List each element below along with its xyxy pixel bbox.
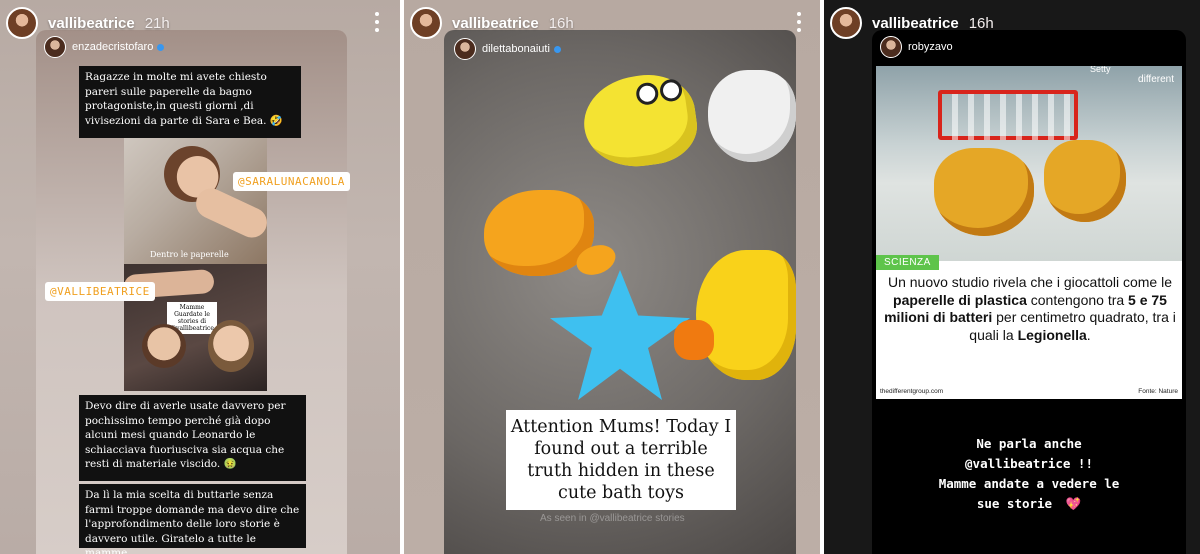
verified-badge-icon xyxy=(553,45,561,53)
mention-tag-vallibeatrice[interactable]: @VALLIBEATRICE xyxy=(45,282,155,301)
reposted-story-card[interactable]: robyzavo Setty different SCIENZA Un nuov… xyxy=(872,30,1186,554)
story-panel-3[interactable]: vallibeatrice 16h robyzavo Setty differe… xyxy=(824,0,1200,554)
story-panel-1[interactable]: vallibeatrice 21h enzadecristofaro Ragaz… xyxy=(0,0,400,554)
story-username[interactable]: vallibeatrice xyxy=(452,15,539,32)
overlay-line-1: Ne parla anche xyxy=(973,435,1085,452)
category-badge: SCIENZA xyxy=(876,255,939,270)
white-bunny-toy-image xyxy=(708,70,796,162)
story-header: vallibeatrice 21h xyxy=(6,6,170,40)
verified-badge-icon xyxy=(157,43,165,51)
overlay-line-2[interactable]: @vallibeatrice !! xyxy=(962,455,1096,472)
arm-image xyxy=(191,183,267,243)
child-image xyxy=(142,324,186,368)
story-text-top: Ragazze in molte mi avete chiesto pareri… xyxy=(79,66,301,138)
story-text-middle: Devo dire di averle usate davvero per po… xyxy=(79,395,306,481)
avatar[interactable] xyxy=(830,7,862,39)
story-time: 16h xyxy=(968,14,994,32)
source-site: thedifferentgroup.com xyxy=(880,388,944,395)
heart-icon: 💖 xyxy=(1062,495,1085,512)
mother-image xyxy=(208,320,254,372)
brand-logo: different xyxy=(1138,74,1174,85)
story-panel-2[interactable]: vallibeatrice 16h dilettabonaiuti Attent… xyxy=(404,0,820,554)
cut-duck-image xyxy=(934,148,1034,236)
story-text-bottom: Da lì la mia scelta di buttarle senza fa… xyxy=(79,484,306,554)
repost-username[interactable]: enzadecristofaro xyxy=(72,41,153,53)
story-username[interactable]: vallibeatrice xyxy=(48,15,135,32)
more-options-icon[interactable] xyxy=(796,12,802,32)
yellow-duck-toy-image xyxy=(674,250,796,380)
story-username[interactable]: vallibeatrice xyxy=(872,15,959,32)
more-options-icon[interactable] xyxy=(374,12,380,32)
card-footer: thedifferentgroup.com Fonte: Nature xyxy=(880,388,1178,395)
lab-photo: Setty different xyxy=(876,66,1182,261)
faint-mention-text: As seen in @vallibeatrice stories xyxy=(540,513,685,524)
story-overlay-text: Ne parla anche @vallibeatrice !! Mamme a… xyxy=(872,434,1186,514)
overlay-line-4: sue storie 💖 xyxy=(970,495,1088,512)
reposted-story-card[interactable]: dilettabonaiuti Attention Mums! Today I … xyxy=(444,30,796,554)
mention-tag-saralunacanola[interactable]: @SARALUNACANOLA xyxy=(233,172,350,191)
news-card: Setty different SCIENZA Un nuovo studio … xyxy=(876,66,1182,399)
story-header: vallibeatrice 16h xyxy=(830,6,994,40)
story-time: 16h xyxy=(548,14,574,32)
story-time: 21h xyxy=(144,14,170,32)
overlay-line-3: Mamme andate a vedere le xyxy=(935,475,1123,492)
avatar[interactable] xyxy=(454,38,476,60)
repost-username[interactable]: dilettabonaiuti xyxy=(482,43,550,55)
avatar[interactable] xyxy=(410,7,442,39)
repost-header: dilettabonaiuti xyxy=(454,38,561,60)
source-credit: Fonte: Nature xyxy=(1138,388,1178,395)
cut-duck-image xyxy=(1044,140,1126,222)
lab-label: Setty xyxy=(1090,66,1111,74)
story-caption: Attention Mums! Today I found out a terr… xyxy=(506,410,736,510)
orange-fish-toy-image xyxy=(484,190,620,280)
test-tube-rack-image xyxy=(938,90,1078,140)
repost-username[interactable]: robyzavo xyxy=(908,41,953,53)
story-header: vallibeatrice 16h xyxy=(410,6,574,40)
news-headline: Un nuovo studio rivela che i giocattoli … xyxy=(884,274,1176,343)
story-photo-1: Dentro le paperelle xyxy=(124,138,267,264)
photo-caption: Dentro le paperelle xyxy=(150,250,229,259)
yellow-frog-toy-image xyxy=(578,68,702,174)
avatar[interactable] xyxy=(6,7,38,39)
blue-starfish-toy-image xyxy=(550,270,690,400)
